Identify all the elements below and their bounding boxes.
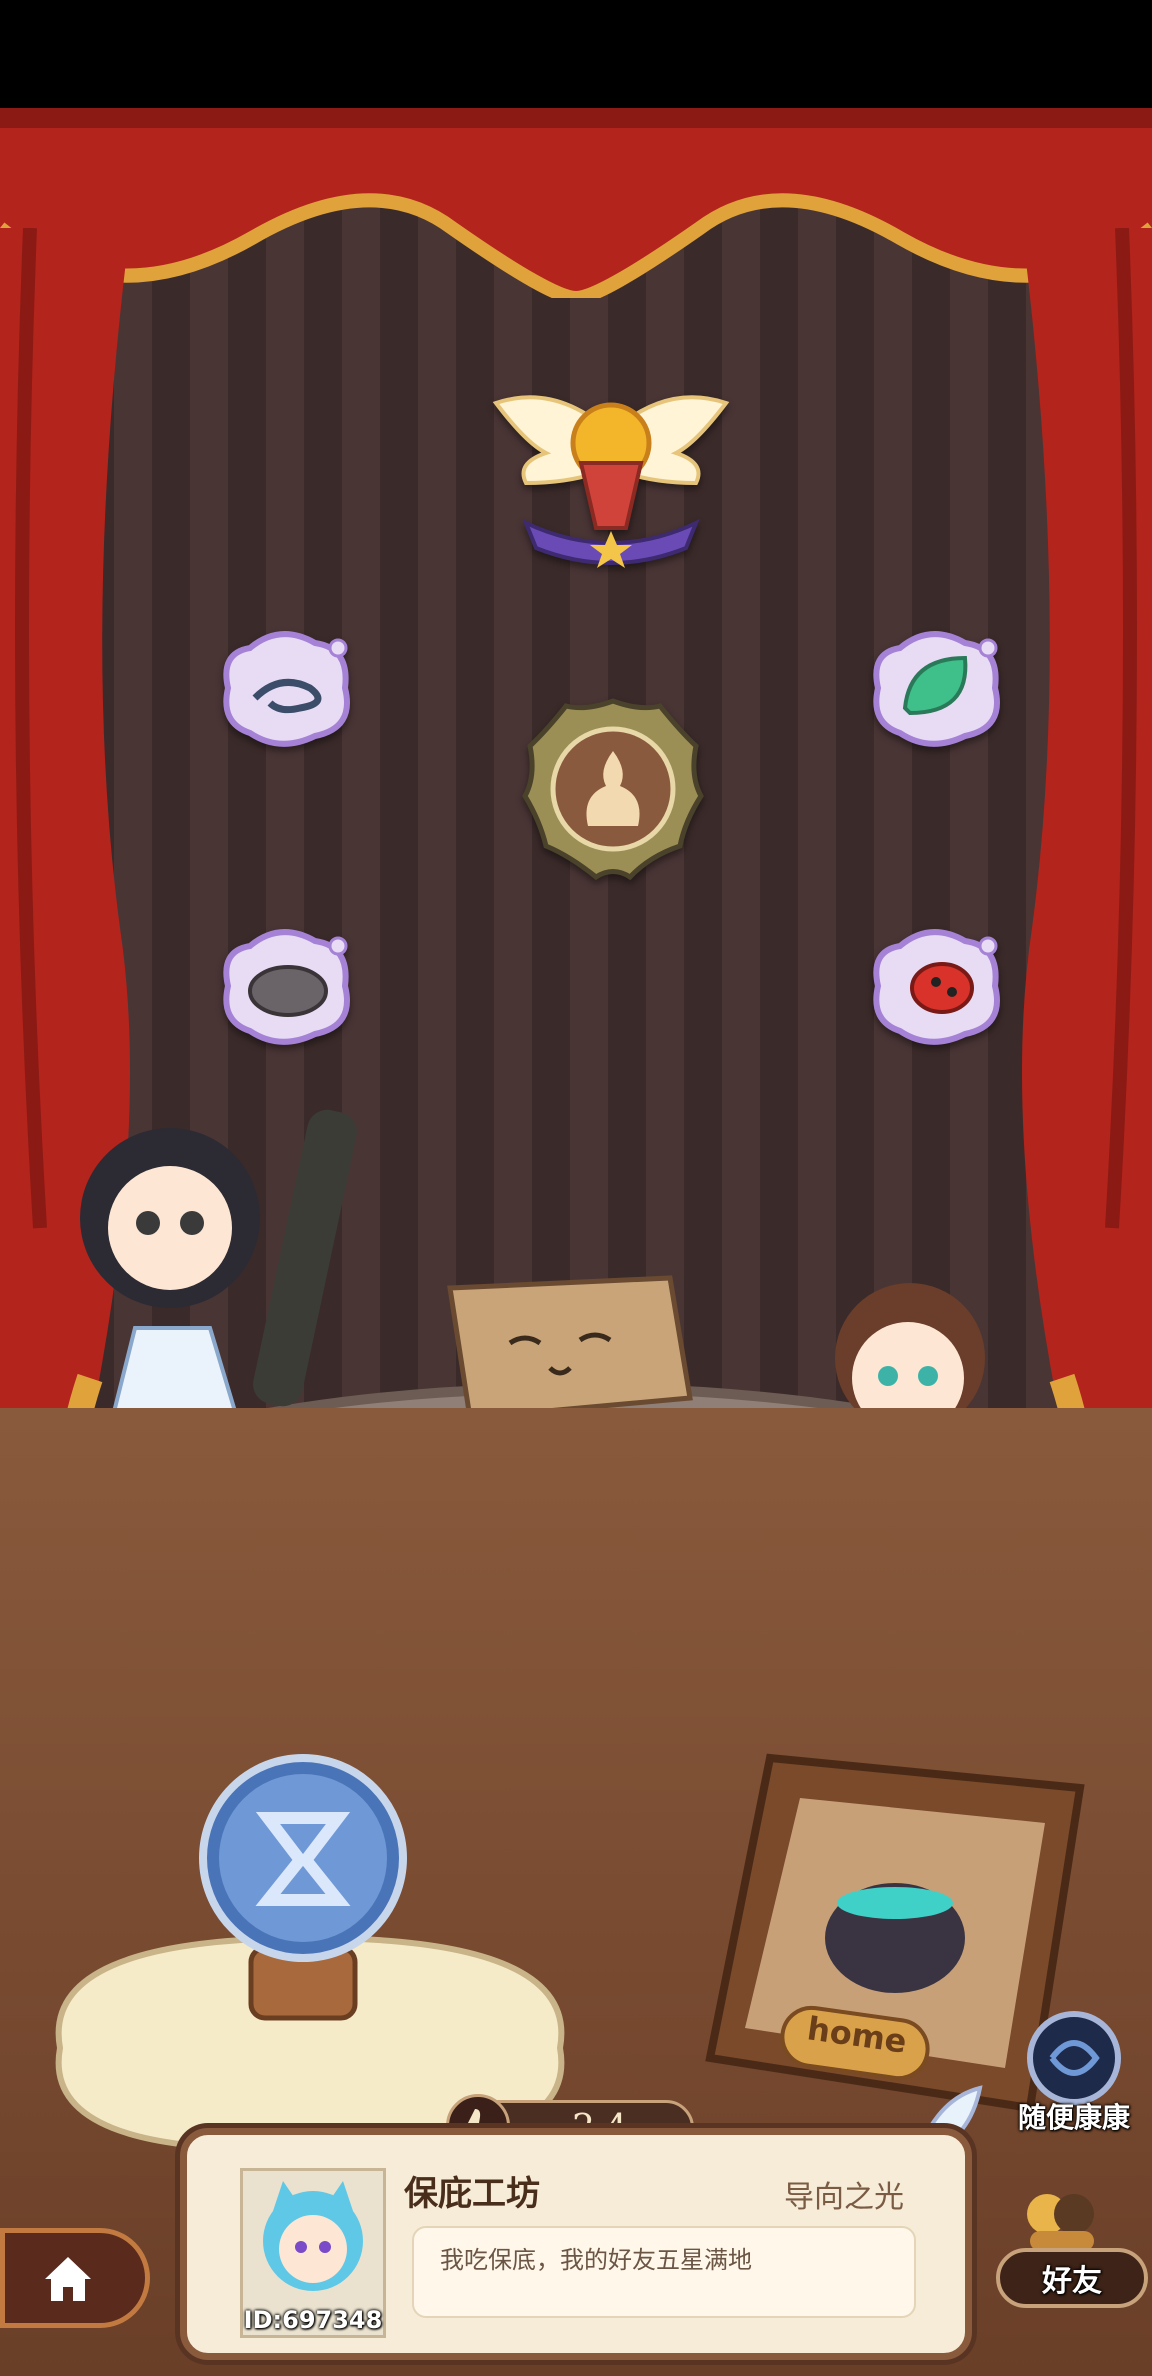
rock-beetle-icon[interactable] xyxy=(220,926,355,1051)
ladybug-icon[interactable] xyxy=(870,926,1005,1051)
friends-button[interactable]: 好友 xyxy=(994,2176,1152,2316)
random-visit-button[interactable]: 随便康康 xyxy=(1010,2008,1140,2134)
portal-icon xyxy=(1027,2011,1121,2105)
water-splash-icon[interactable] xyxy=(220,628,355,753)
friends-label: 好友 xyxy=(1042,2264,1102,2299)
fairy-medal-icon[interactable] xyxy=(520,696,706,882)
winged-trophy-icon[interactable] xyxy=(486,363,736,583)
status-bar xyxy=(0,0,1152,108)
crystal-ball-button[interactable] xyxy=(196,1748,410,2028)
friends-icon xyxy=(1027,2194,1094,2251)
home-button[interactable] xyxy=(0,2228,150,2328)
signature-text: 我吃保底，我的好友五星满地 xyxy=(440,2246,752,2274)
hourglass-crystal-ball-icon xyxy=(199,1754,407,2021)
theater-stage: home 随便康康 24 ID:697348 保庇工坊 导向之光 我吃保底，我的… xyxy=(0,108,1152,2376)
curtain-valance xyxy=(0,108,1152,298)
house-icon xyxy=(45,2257,91,2301)
random-visit-label: 随便康康 xyxy=(1017,2101,1130,2134)
leaf-icon[interactable] xyxy=(870,628,1005,753)
user-name: 保庇工坊 xyxy=(404,2174,540,2214)
user-title: 导向之光 xyxy=(784,2180,904,2215)
user-id: ID:697348 xyxy=(243,2306,383,2334)
